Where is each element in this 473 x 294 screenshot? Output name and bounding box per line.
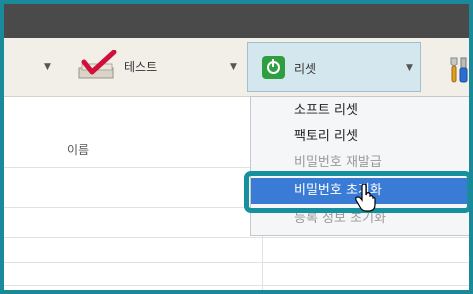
test-check-icon — [78, 50, 117, 79]
menu-item-soft-reset[interactable]: 소프트 리셋 — [251, 98, 469, 124]
test-label: 테스트 — [124, 60, 158, 74]
row-divider — [4, 237, 469, 238]
column-header-name[interactable]: 이름 — [67, 141, 89, 158]
dropdown-arrow-icon[interactable]: ▼ — [230, 62, 237, 72]
power-icon — [262, 56, 285, 79]
chevron-down-icon: ▼ — [406, 63, 413, 73]
tools-icon[interactable] — [449, 56, 471, 84]
reset-dropdown-menu: 소프트 리셋 팩토리 리셋 비밀번호 재발급 비밀번호 초기화 등록 정보 초기… — [250, 96, 469, 236]
reset-label: 리셋 — [294, 62, 317, 76]
reset-button[interactable]: 리셋 ▼ — [247, 42, 421, 92]
row-divider — [4, 262, 469, 263]
row-divider — [4, 285, 469, 286]
menu-item-factory-reset[interactable]: 팩토리 리셋 — [251, 124, 469, 150]
title-bar — [4, 4, 469, 38]
cursor-hand-icon — [355, 184, 376, 212]
dropdown-arrow-icon[interactable]: ▼ — [44, 62, 51, 72]
toolbar: ▼ 테스트 ▼ 리셋 ▼ — [4, 38, 469, 97]
app-window: ▼ 테스트 ▼ 리셋 ▼ 이름 소프트 리셋 팩토리 리셋 비밀번호 재발급 비… — [0, 0, 473, 294]
test-button[interactable]: 테스트 — [76, 46, 176, 86]
